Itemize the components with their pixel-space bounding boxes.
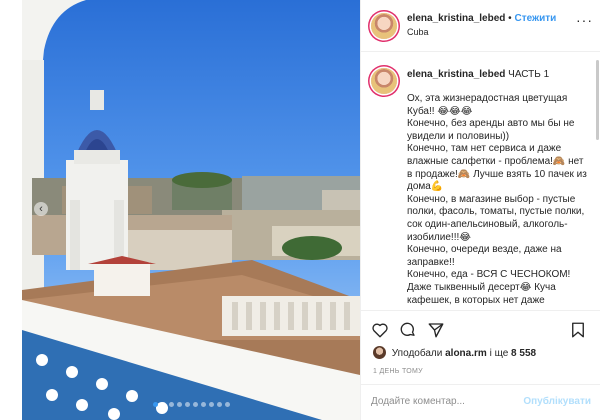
carousel-dot bbox=[176, 402, 182, 407]
likes-prefix: Уподобали bbox=[391, 348, 443, 359]
carousel-dot bbox=[208, 402, 214, 407]
carousel-dot bbox=[192, 402, 198, 407]
carousel-dot bbox=[200, 402, 206, 407]
caption-title: ЧАСТЬ 1 bbox=[508, 69, 550, 80]
chevron-left-icon[interactable]: ‹ bbox=[34, 202, 48, 216]
caption-line: Конечно, очереди везде, даже на заправке… bbox=[407, 244, 562, 268]
liker-username[interactable]: alona.rm bbox=[445, 348, 487, 359]
avatar[interactable] bbox=[371, 13, 397, 39]
likes-line: Уподобали alona.rm і ще 8 558 bbox=[373, 346, 536, 359]
separator: • bbox=[508, 13, 512, 24]
username-link[interactable]: elena_kristina_lebed bbox=[407, 13, 505, 24]
caption-avatar[interactable] bbox=[371, 68, 397, 94]
liker-avatar[interactable] bbox=[373, 346, 386, 359]
left-gutter bbox=[0, 0, 22, 420]
action-bar bbox=[361, 310, 600, 348]
more-icon[interactable]: ··· bbox=[576, 12, 593, 28]
follow-button[interactable]: Стежити bbox=[514, 13, 556, 24]
carousel-dots bbox=[22, 394, 360, 412]
save-icon[interactable] bbox=[569, 321, 587, 339]
caption-scrollbar[interactable] bbox=[596, 60, 599, 140]
carousel-dot bbox=[224, 402, 230, 407]
post-photo[interactable]: ‹ bbox=[22, 0, 360, 420]
comment-bar: Додайте коментар... Опублікувати bbox=[361, 384, 600, 420]
carousel-dot bbox=[184, 402, 190, 407]
comment-icon[interactable] bbox=[399, 321, 417, 339]
location-link[interactable]: Cuba bbox=[407, 27, 429, 37]
heart-icon[interactable] bbox=[371, 321, 389, 339]
carousel-dot bbox=[152, 402, 158, 407]
caption-user-line: elena_kristina_lebed ЧАСТЬ 1 bbox=[407, 69, 549, 80]
caption-line: Конечно, там нет сервиса и даже влажные … bbox=[407, 143, 587, 193]
caption-area: elena_kristina_lebed ЧАСТЬ 1 Ох, эта жиз… bbox=[361, 52, 600, 310]
post-timestamp[interactable]: 1 ДЕНЬ ТОМУ bbox=[373, 368, 423, 375]
post-header: elena_kristina_lebed • Стежити Cuba ··· bbox=[361, 0, 600, 52]
publish-button[interactable]: Опублікувати bbox=[523, 396, 591, 407]
caption-username[interactable]: elena_kristina_lebed bbox=[407, 69, 505, 80]
header-user-line: elena_kristina_lebed • Стежити bbox=[407, 13, 556, 24]
caption-line: Конечно, без аренды авто мы бы не увидел… bbox=[407, 118, 575, 142]
share-icon[interactable] bbox=[427, 321, 445, 339]
post-side-panel: elena_kristina_lebed • Стежити Cuba ··· … bbox=[360, 0, 600, 420]
photo-image bbox=[22, 0, 360, 420]
likes-count[interactable]: 8 558 bbox=[511, 348, 536, 359]
caption-line: Конечно, в магазине выбор - пустые полки… bbox=[407, 193, 585, 243]
carousel-dot bbox=[160, 402, 166, 407]
caption-line: Конечно, еда - ВСЯ С ЧЕСНОКОМ! Даже тыкв… bbox=[407, 269, 571, 306]
comment-input[interactable]: Додайте коментар... bbox=[371, 396, 511, 407]
caption-line: Ох, эта жизнерадостная цветущая Куба!! 😂… bbox=[407, 93, 568, 117]
carousel-dot bbox=[168, 402, 174, 407]
carousel-dot bbox=[216, 402, 222, 407]
likes-middle: і ще bbox=[489, 348, 509, 359]
caption-text: Ох, эта жизнерадостная цветущая Куба!! 😂… bbox=[407, 93, 587, 307]
